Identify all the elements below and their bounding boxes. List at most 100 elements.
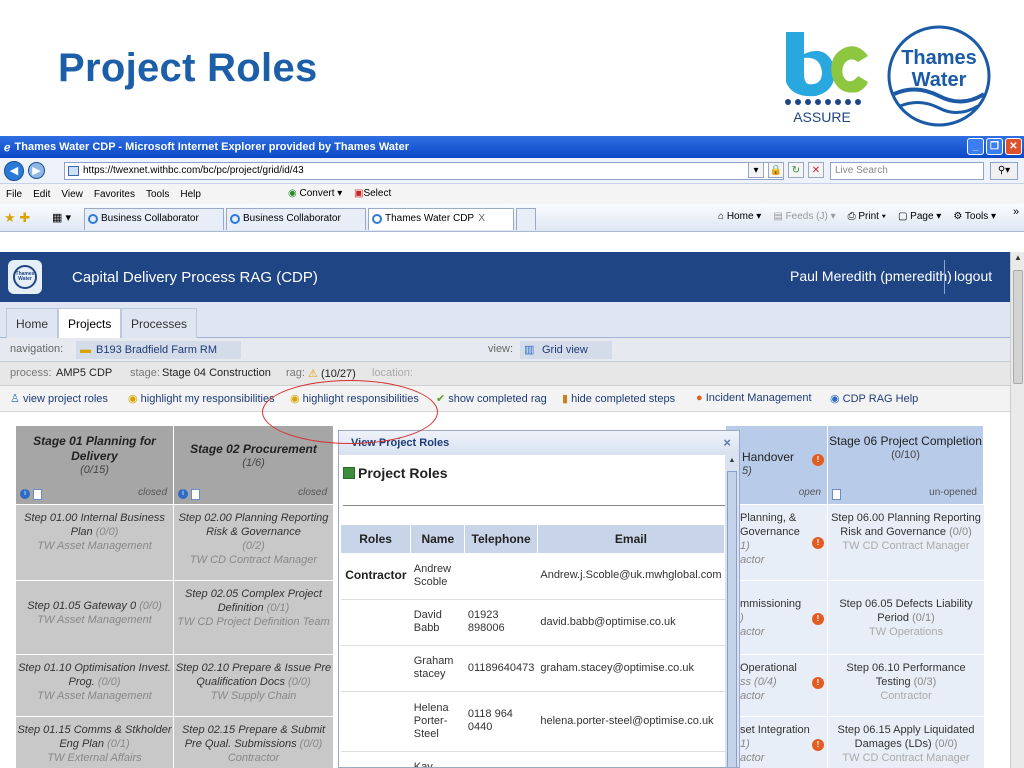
new-tab-button[interactable] bbox=[516, 208, 536, 230]
info-icon[interactable]: i bbox=[178, 489, 188, 499]
highlight-my-responsibilities-link[interactable]: ◉ highlight my responsibilities bbox=[128, 392, 275, 405]
favorites-star-icon[interactable]: ★ ✚ bbox=[4, 210, 30, 226]
step-06-00[interactable]: Step 06.00 Planning Reporting Risk and G… bbox=[828, 504, 984, 580]
scrollbar-thumb[interactable] bbox=[1013, 270, 1023, 384]
col-telephone: Telephone bbox=[464, 525, 538, 553]
browser-tab-active[interactable]: Thames Water CDP X bbox=[368, 208, 514, 230]
tab-projects[interactable]: Projects bbox=[58, 308, 122, 338]
step-05-10[interactable]: Operational ss (0/4) actor! bbox=[726, 654, 828, 716]
convert-icon: ◉ bbox=[288, 188, 297, 199]
maximize-button[interactable]: ❐ bbox=[986, 138, 1003, 155]
stage-value[interactable]: Stage 04 Construction bbox=[162, 367, 271, 379]
step-02-05[interactable]: Step 02.05 Complex Project Definition (0… bbox=[174, 580, 334, 654]
minimize-button[interactable]: _ bbox=[967, 138, 984, 155]
app-nav-tabs: Home Projects Processes bbox=[0, 302, 1010, 338]
process-value: AMP5 CDP bbox=[56, 367, 113, 379]
navigation-dropdown[interactable]: ▬ B193 Bradfield Farm RM bbox=[76, 341, 242, 359]
menu-view[interactable]: View bbox=[61, 189, 83, 200]
browser-tab-1[interactable]: Business Collaborator bbox=[84, 208, 224, 230]
menu-favorites[interactable]: Favorites bbox=[94, 189, 135, 200]
table-row: Kay Wood 01494 kay.wood@optimise.co.uk bbox=[341, 751, 725, 767]
logout-link[interactable]: logout bbox=[954, 268, 992, 284]
menu-file[interactable]: File bbox=[6, 189, 22, 200]
scroll-up-arrow-icon[interactable]: ▲ bbox=[1012, 253, 1024, 267]
hide-completed-steps-link[interactable]: ▮ hide completed steps bbox=[562, 392, 675, 405]
close-window-button[interactable]: ✕ bbox=[1005, 138, 1022, 155]
menu-tools[interactable]: Tools bbox=[146, 189, 169, 200]
dialog-close-icon[interactable]: × bbox=[723, 431, 731, 455]
stage-header-06[interactable]: Stage 06 Project Completion (0/10) un-op… bbox=[828, 426, 984, 504]
step-05-15[interactable]: set Integration 1) actor! bbox=[726, 716, 828, 768]
back-button[interactable]: ◀ bbox=[4, 160, 24, 181]
email-link[interactable]: graham.stacey@optimise.co.uk bbox=[537, 645, 725, 692]
book-icon: ▮ bbox=[562, 393, 569, 405]
step-02-15[interactable]: Step 02.15 Prepare & Submit Pre Qual. Su… bbox=[174, 716, 334, 768]
tools-button[interactable]: ⚙ Tools ▾ bbox=[953, 211, 996, 222]
home-icon: ⌂ bbox=[718, 211, 725, 222]
lock-icon[interactable]: 🔒 bbox=[768, 162, 784, 178]
email-link[interactable]: helena.porter-steel@optimise.co.uk bbox=[537, 691, 725, 752]
email-link[interactable]: david.babb@optimise.co.uk bbox=[537, 599, 725, 646]
document-icon[interactable] bbox=[33, 489, 42, 500]
document-icon[interactable] bbox=[832, 489, 841, 500]
convert-button[interactable]: ◉ Convert ▾ bbox=[288, 188, 342, 199]
step-02-10[interactable]: Step 02.10 Prepare & Issue Pre Qualifica… bbox=[174, 654, 334, 716]
stage-header-01[interactable]: Stage 01 Planning for Delivery (0/15) i … bbox=[16, 426, 174, 504]
select-button[interactable]: ▣Select bbox=[354, 188, 391, 199]
thames-water-mini-logo[interactable]: Thames Water bbox=[8, 260, 42, 294]
dropdown-arrow-icon[interactable]: ▾ bbox=[748, 162, 764, 178]
roles-table: Roles Name Telephone Email Contractor An… bbox=[341, 525, 726, 767]
quick-tabs-icon[interactable]: ▦ ▾ bbox=[52, 211, 71, 224]
forward-button[interactable]: ▶ bbox=[28, 162, 45, 179]
page-button[interactable]: ▢ Page ▾ bbox=[898, 211, 941, 222]
step-06-10[interactable]: Step 06.10 Performance Testing (0/3) Cont… bbox=[828, 654, 984, 716]
stage-header-05[interactable]: Handover 5) ! open bbox=[726, 426, 828, 504]
user-name: Paul Meredith (pmeredith) bbox=[790, 268, 952, 284]
tab-close-icon[interactable]: X bbox=[478, 209, 485, 229]
page-scrollbar[interactable]: ▲ bbox=[1010, 252, 1024, 768]
menu-edit[interactable]: Edit bbox=[33, 189, 50, 200]
show-completed-rag-link[interactable]: ✔ show completed rag bbox=[436, 392, 547, 405]
search-button[interactable]: ⚲▾ bbox=[990, 162, 1018, 180]
live-search-input[interactable]: Live Search bbox=[830, 162, 984, 180]
window-title: Thames Water CDP - Microsoft Internet Ex… bbox=[14, 141, 409, 153]
view-dropdown[interactable]: ▥ Grid view bbox=[520, 341, 612, 359]
step-06-15[interactable]: Step 06.15 Apply Liquidated Damages (LDs… bbox=[828, 716, 984, 768]
scroll-up-arrow-icon[interactable]: ▲ bbox=[727, 457, 737, 467]
tab-processes[interactable]: Processes bbox=[121, 308, 198, 338]
tab-home[interactable]: Home bbox=[6, 308, 59, 338]
step-06-05[interactable]: Step 06.05 Defects Liability Period (0/1… bbox=[828, 580, 984, 654]
step-01-00[interactable]: Step 01.00 Internal Business Plan (0/0) T… bbox=[16, 504, 174, 580]
step-02-00[interactable]: Step 02.00 Planning Reporting Risk & Gov… bbox=[174, 504, 334, 580]
print-button[interactable]: ⎙ Print ▾ bbox=[848, 211, 886, 222]
page-menu-icon: ▢ bbox=[897, 211, 908, 222]
warning-icon: ! bbox=[812, 537, 824, 549]
roles-icon bbox=[343, 467, 355, 479]
dialog-scrollbar[interactable]: ▲ bbox=[725, 455, 739, 767]
menu-help[interactable]: Help bbox=[180, 189, 201, 200]
incident-management-link[interactable]: ● Incident Management bbox=[696, 392, 812, 404]
feeds-button[interactable]: ▤ Feeds (J) ▾ bbox=[773, 211, 835, 222]
email-link[interactable]: Andrew.j.Scoble@uk.mwhglobal.com bbox=[537, 553, 725, 600]
step-01-05[interactable]: Step 01.05 Gateway 0 (0/0) TW Asset Manag… bbox=[16, 580, 174, 654]
step-01-15[interactable]: Step 01.15 Comms & Stkholder Eng Plan (0… bbox=[16, 716, 174, 768]
dialog-scrollbar-thumb[interactable] bbox=[727, 471, 737, 767]
address-input[interactable]: https://twexnet.withbc.com/bc/pc/project… bbox=[64, 162, 784, 180]
step-05-05[interactable]: mmissioning) actor! bbox=[726, 580, 828, 654]
refresh-icon[interactable]: ↻ bbox=[788, 162, 804, 178]
view-project-roles-link[interactable]: ♙ view project roles bbox=[10, 392, 108, 405]
email-link[interactable]: kay.wood@optimise.co.uk bbox=[537, 751, 725, 767]
rag-value: ⚠ (10/27) bbox=[308, 368, 356, 380]
step-05-00[interactable]: Planning, & Governance 1) actor! bbox=[726, 504, 828, 580]
more-chevron-icon[interactable]: » bbox=[1013, 206, 1019, 218]
browser-tab-2[interactable]: Business Collaborator bbox=[226, 208, 366, 230]
tab-bar: ★ ✚ ▦ ▾ Business Collaborator Business C… bbox=[0, 204, 1024, 232]
step-01-10[interactable]: Step 01.10 Optimisation Invest. Prog. (0… bbox=[16, 654, 174, 716]
home-button[interactable]: ⌂ Home ▾ bbox=[718, 211, 761, 222]
dialog-title: Project Roles bbox=[343, 465, 447, 481]
view-label: view: bbox=[488, 343, 514, 355]
document-icon[interactable] bbox=[191, 489, 200, 500]
cdp-rag-help-link[interactable]: ◉ CDP RAG Help bbox=[830, 392, 918, 405]
stop-icon[interactable]: ✕ bbox=[808, 162, 824, 178]
info-icon[interactable]: i bbox=[20, 489, 30, 499]
